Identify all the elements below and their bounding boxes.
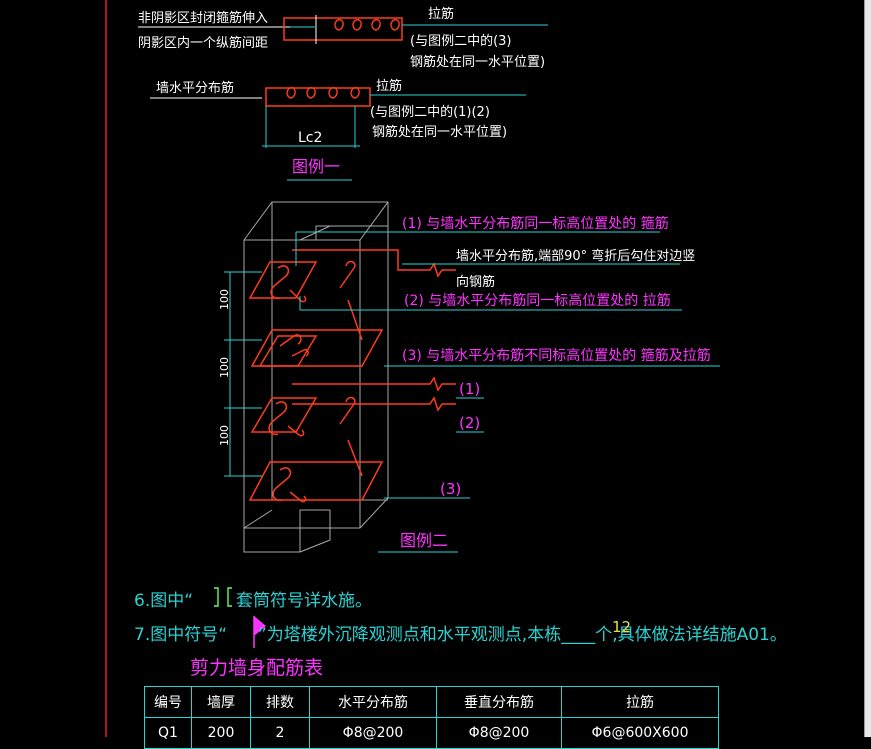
label-tie-top: 拉筋: [428, 6, 454, 22]
note-mid-2: 钢筋处在同一水平位置): [372, 124, 507, 140]
vertical-scrollbar[interactable]: [865, 0, 871, 737]
table-header: 拉筋: [561, 686, 719, 718]
table-cell: 200: [191, 717, 251, 749]
table-header: 排数: [250, 686, 310, 718]
note-top-2: 钢筋处在同一水平位置): [410, 54, 545, 70]
tie-hooks: [286, 86, 360, 99]
table-header: 编号: [144, 686, 192, 718]
legend-one: 非阴影区封闭箍筋伸入 阴影区内一个纵筋间距 拉筋 (与图例二中的(3) 钢筋处在…: [138, 6, 548, 181]
table-row: Q1 200 2 Φ8@200 Φ8@200 Φ6@600X600: [144, 717, 719, 749]
legend-two: 100 100 100 (1) 与墙水平分布筋同一标高位置处的 箍筋 墙水平分布…: [218, 201, 720, 553]
dim-100: 100: [218, 357, 231, 378]
stirrup-outline: [265, 87, 371, 107]
note-6-suffix: 套筒符号详水施。: [236, 591, 372, 611]
overlay-number: 12: [612, 618, 631, 636]
note-mid-1: (与图例二中的(1)(2): [370, 104, 490, 120]
table-cell: Φ8@200: [309, 717, 437, 749]
drawing-canvas: 非阴影区封闭箍筋伸入 阴影区内一个纵筋间距 拉筋 (与图例二中的(3) 钢筋处在…: [105, 0, 787, 737]
note-3: (3) 与墙水平分布筋不同标高位置处的 箍筋及拉筋: [402, 347, 711, 364]
note-2: (2) 与墙水平分布筋同一标高位置处的 拉筋: [404, 292, 671, 309]
note-top-1: (与图例二中的(3): [410, 33, 512, 49]
wall-reinforcement-table: 编号 墙厚 排数 水平分布筋 垂直分布筋 拉筋 Q1 200 2 Φ8@200 …: [144, 686, 719, 749]
marker-3: (3): [440, 480, 461, 498]
legend-two-title: 图例二: [400, 531, 448, 550]
table-cell: 2: [250, 717, 310, 749]
note-vertical-bar: 向钢筋: [456, 274, 495, 290]
note-7-prefix: 7.图中符号“: [134, 625, 227, 645]
table-cell: Φ8@200: [436, 717, 562, 749]
tie-hooks: [334, 18, 400, 31]
stirrups: [248, 261, 384, 501]
label-nonshadow: 非阴影区封闭箍筋伸入: [138, 10, 268, 26]
note-6-prefix: 6.图中“: [134, 591, 193, 611]
dim-100: 100: [218, 425, 231, 446]
table-header: 水平分布筋: [309, 686, 437, 718]
table-cell: Q1: [144, 717, 192, 749]
dim-100: 100: [218, 289, 231, 310]
label-wall-horizontal: 墙水平分布筋: [156, 80, 234, 96]
marker-1: (1): [459, 380, 480, 398]
table-title: 剪力墙身配筋表: [190, 657, 323, 679]
note-1: (1) 与墙水平分布筋同一标高位置处的 箍筋: [402, 215, 669, 232]
dimension-label: Lc2: [298, 130, 322, 146]
notes: 6.图中“ 套筒符号详水施。 7.图中符号“ ”为塔楼外沉降观测点和水平观测点,…: [134, 587, 787, 648]
label-tie-mid: 拉筋: [376, 78, 402, 94]
table-cell: Φ6@600X600: [561, 717, 719, 749]
table-header: 垂直分布筋: [436, 686, 562, 718]
legend-one-title: 图例一: [292, 157, 340, 176]
note-wall-bar: 墙水平分布筋,端部90° 弯折后勾住对边竖: [456, 248, 695, 264]
marker-2: (2): [459, 414, 480, 432]
table-header-row: 编号 墙厚 排数 水平分布筋 垂直分布筋 拉筋: [144, 686, 719, 718]
sleeve-symbol-icon: [214, 587, 232, 607]
table-header: 墙厚: [191, 686, 251, 718]
note-7-suffix: ”为塔楼外沉降观测点和水平观测点,本栋____个,具体做法详结施A01。: [258, 625, 787, 645]
label-shadow: 阴影区内一个纵筋间距: [138, 35, 268, 51]
